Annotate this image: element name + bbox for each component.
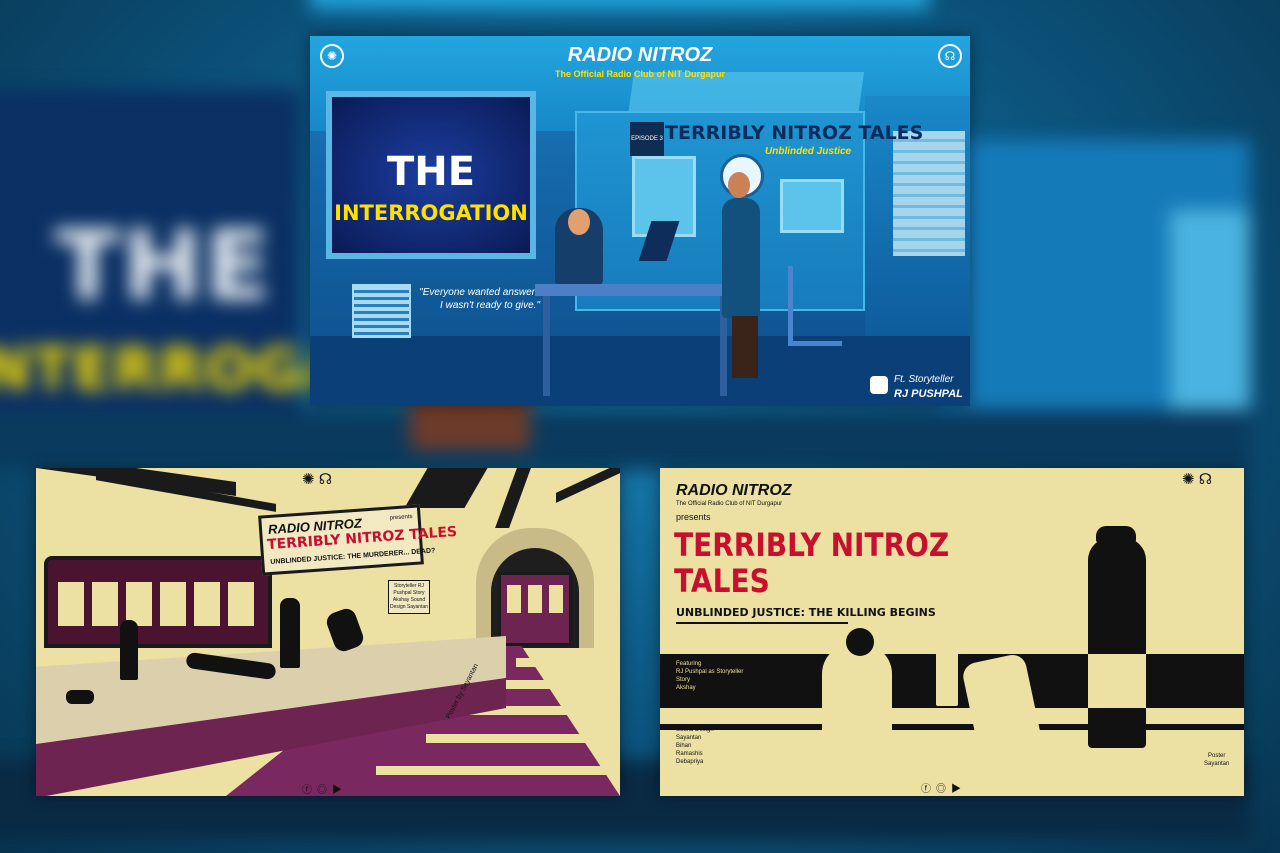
sound-design-name: Ramashis <box>676 751 703 757</box>
train-window <box>58 582 84 626</box>
poster-label: Poster <box>1208 753 1226 759</box>
poster-the-killing-begins: ✺ ☊ RADIO NITROZ The Official Radio Club… <box>660 468 1244 796</box>
train-window <box>228 582 254 626</box>
headphones-icon: ☊ <box>318 471 333 488</box>
featuring-name: RJ Pushpal as Storyteller <box>676 669 744 675</box>
storyteller-label: Ft. Storyteller <box>894 374 954 385</box>
story-label: Story <box>676 677 691 683</box>
sound-design-credits: Sound Design Sayantan Bihan Ramashis Deb… <box>676 726 714 766</box>
series-subtitle: Unblinded Justice <box>765 146 852 157</box>
screen: THE INTERROGATION <box>326 91 536 259</box>
clapperboard-episode: EPISODE 3 <box>630 122 664 156</box>
track-sleeper <box>516 658 580 667</box>
track-sleeper <box>496 680 596 689</box>
poster-logos: ✺ ☊ <box>302 470 332 488</box>
wall-window <box>780 179 844 233</box>
train-window <box>160 582 186 626</box>
poster-logos: ✺ ☊ <box>1182 470 1212 488</box>
podcast-icon <box>870 376 888 394</box>
series-title-line1: TERRIBLY NITROZ <box>674 526 950 564</box>
detective-coat-highlight <box>1088 654 1146 708</box>
fedora-hat <box>1096 526 1136 542</box>
track-sleeper <box>376 766 606 775</box>
detective-silhouette <box>120 620 138 680</box>
empty-chair <box>788 266 842 346</box>
interrogation-table <box>535 284 745 296</box>
institute-logo-icon: ✺ <box>320 44 344 68</box>
floor <box>310 336 970 406</box>
storyteller-name: RJ PUSHPAL <box>894 388 963 400</box>
train-window <box>507 585 521 613</box>
headphones-icon: ☊ <box>938 44 962 68</box>
train-window <box>528 585 542 613</box>
institute-logo-icon: ✺ <box>302 471 315 488</box>
window-blinds <box>893 131 965 256</box>
hatted-detective-silhouette <box>1088 538 1146 748</box>
poster-credit: Poster Sayantan <box>1204 752 1229 768</box>
brand-subtitle: The Official Radio Club of NIT Durgapur <box>676 501 783 507</box>
train-window <box>194 582 220 626</box>
black-stripe <box>660 724 1244 730</box>
poster-the-murderer-dead: ✺ ☊ RADIO NITROZ presents TERRIBLY NITRO… <box>36 468 620 796</box>
screen-title-line1: THE <box>386 149 476 195</box>
sound-design-label: Sound Design <box>676 727 714 733</box>
instagram-icon[interactable]: ◎ <box>936 784 951 795</box>
facebook-icon[interactable]: ⓕ <box>921 784 936 795</box>
kneeling-figure-head <box>846 628 874 656</box>
ceiling-beam <box>495 468 531 528</box>
sound-design-name: Sayantan <box>676 735 702 741</box>
train-window <box>92 582 118 626</box>
ceiling-beam <box>556 468 620 503</box>
social-icons: ⓕ◎▶ <box>302 781 347 796</box>
instagram-icon[interactable]: ◎ <box>317 785 332 796</box>
credits-board: Storyteller RJ Pushpal Story Akshay Soun… <box>388 580 430 614</box>
youtube-icon[interactable]: ▶ <box>951 784 966 795</box>
screen-title-line2: INTERROGATION <box>334 201 528 225</box>
standing-man-body <box>722 198 760 318</box>
headphones-icon: ☊ <box>1198 471 1213 488</box>
institute-logo-icon: ✺ <box>1182 471 1195 488</box>
series-title: TERRIBLY NITROZ TALES <box>665 122 924 144</box>
youtube-icon[interactable]: ▶ <box>332 785 347 796</box>
table-leg <box>543 296 550 396</box>
poster-name: Sayantan <box>1204 761 1230 767</box>
justice-statue-silhouette <box>936 630 958 706</box>
title-signboard: RADIO NITROZ presents TERRIBLY NITROZ TA… <box>258 504 458 576</box>
brand-subtitle: The Official Radio Club of NIT Durgapur <box>555 69 725 79</box>
ceiling-beam <box>404 468 488 508</box>
dog-silhouette <box>66 690 94 704</box>
social-icons: ⓕ◎▶ <box>921 780 966 795</box>
poster-the-interrogation: ✺ RADIO NITROZ The Official Radio Club o… <box>310 36 970 406</box>
woman-silhouette <box>280 598 300 668</box>
episode-subtitle: UNBLINDED JUSTICE: THE KILLING BEGINS <box>676 606 936 619</box>
blurred-the-text: THE <box>55 210 273 322</box>
platform-train <box>44 556 272 648</box>
story-name: Akshay <box>676 685 696 691</box>
presents-label: presents <box>389 513 413 522</box>
sound-design-name: Bihan <box>676 743 692 749</box>
track-sleeper <box>426 734 606 743</box>
standing-man-head <box>728 172 750 198</box>
air-vent <box>352 284 411 338</box>
subtitle-underline <box>676 622 848 624</box>
seated-man-head <box>568 209 590 235</box>
train-window <box>549 585 563 613</box>
featuring-credits: Featuring RJ Pushpal as Storyteller Stor… <box>676 660 743 692</box>
standing-man-legs <box>732 316 758 378</box>
presents-label: presents <box>676 512 711 522</box>
brand-title: RADIO NITROZ <box>567 44 713 66</box>
tagline-quote: "Everyone wanted answers I wasn't ready … <box>419 287 540 311</box>
series-title-line2: TALES <box>674 562 770 600</box>
featuring-label: Featuring <box>676 661 702 667</box>
brand-title: RADIO NITROZ <box>676 482 792 499</box>
facebook-icon[interactable]: ⓕ <box>302 785 317 796</box>
oncoming-train <box>498 572 572 646</box>
sound-design-name: Debapriya <box>676 759 704 765</box>
kneeling-figure-silhouette <box>822 644 892 736</box>
